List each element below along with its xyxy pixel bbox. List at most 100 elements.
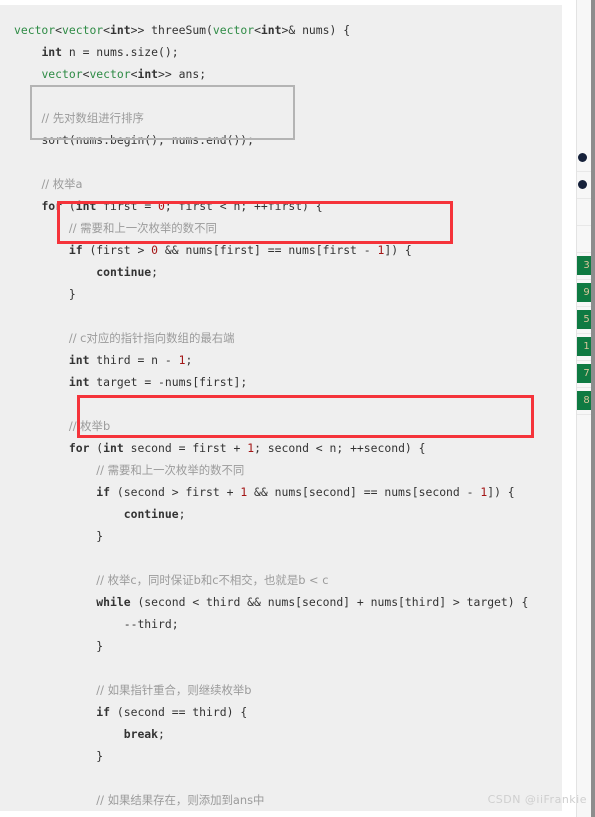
code-token: } (96, 639, 104, 653)
code-line: for (int second = first + 1; second < n;… (0, 437, 528, 459)
code-token: // 枚举a (41, 177, 83, 191)
code-line: // 枚举a (0, 173, 528, 195)
code-token: vector (212, 23, 255, 37)
code-token: (second == third) { (110, 705, 248, 719)
code-token: // c对应的指针指向数组的最右端 (68, 331, 235, 345)
code-token: ; (185, 353, 193, 367)
code-token: && nums[first] == nums[first - (158, 243, 378, 257)
code-token: vector (89, 67, 131, 81)
code-token: } (96, 749, 104, 763)
code-token: if (96, 485, 111, 499)
code-token: ( (62, 199, 76, 213)
code-token: third = n - (89, 353, 179, 367)
code-panel: vector<vector<int>> threeSum(vector<int>… (0, 5, 562, 811)
code-line: // c对应的指针指向数组的最右端 (0, 327, 528, 349)
code-token: // 需要和上一次枚举的数不同 (96, 463, 245, 477)
code-token: break (123, 727, 159, 741)
code-token: >> threeSum( (130, 23, 213, 37)
code-token: int (41, 45, 63, 59)
code-token: // 需要和上一次枚举的数不同 (68, 221, 217, 235)
code-line: --third; (0, 613, 528, 635)
code-token: ]) { (384, 243, 412, 257)
vertical-scrollbar[interactable] (591, 0, 595, 817)
code-token: // 枚举c，同时保证b和c不相交，也就是b < c (96, 573, 329, 587)
code-line: int n = nums.size(); (0, 41, 528, 63)
code-token: continue (96, 265, 152, 279)
code-line: for (int first = 0; first < n; ++first) … (0, 195, 528, 217)
code-line: vector<vector<int>> ans; (0, 63, 528, 85)
code-token: int (260, 23, 282, 37)
code-token: (second < third && nums[second] + nums[t… (130, 595, 529, 609)
code-listing[interactable]: vector<vector<int>> threeSum(vector<int>… (0, 5, 528, 811)
code-token: n = nums.size(); (62, 45, 179, 59)
code-line: // 如果结果存在，则添加到ans中 (0, 789, 528, 811)
code-token: && nums[second] == nums[second - (247, 485, 481, 499)
csdn-watermark: CSDN @iiFrankie (487, 793, 587, 806)
code-token: continue (123, 507, 179, 521)
code-token: ; (178, 507, 186, 521)
code-token: vector (14, 23, 56, 37)
code-token: sort(nums.begin(), nums.end()); (41, 133, 255, 147)
code-token: 0 (151, 243, 159, 257)
code-token: >& nums) { (281, 23, 351, 37)
code-token: int (68, 375, 90, 389)
code-line: } (0, 745, 528, 767)
code-line: } (0, 283, 528, 305)
code-token: int (103, 441, 124, 455)
code-token: int (68, 353, 90, 367)
code-token: ; (151, 265, 159, 279)
code-token: < (103, 23, 111, 37)
code-token: ; (158, 727, 165, 741)
code-line: int third = n - 1; (0, 349, 528, 371)
code-token: >> ans; (158, 67, 207, 81)
code-token: } (68, 287, 76, 301)
code-line: // 先对数组进行排序 (0, 107, 528, 129)
code-line: } (0, 635, 528, 657)
code-line: if (first > 0 && nums[first] == nums[fir… (0, 239, 528, 261)
right-edge-strip: 395178 (562, 0, 595, 817)
code-token: // 先对数组进行排序 (41, 111, 144, 125)
code-line: // 需要和上一次枚举的数不同 (0, 459, 528, 481)
code-token: for (68, 441, 90, 455)
code-token: (second > first + (110, 485, 241, 499)
code-token: } (96, 529, 104, 543)
bullet-icon (578, 180, 587, 189)
code-token: while (96, 595, 131, 609)
code-line: sort(nums.begin(), nums.end()); (0, 129, 528, 151)
code-token: vector (41, 67, 83, 81)
code-token: // 枚举b (68, 419, 111, 433)
code-token: target = -nums[first]; (89, 375, 248, 389)
code-line: if (second > first + 1 && nums[second] =… (0, 481, 528, 503)
code-token: int (110, 23, 131, 37)
code-line: if (second == third) { (0, 701, 528, 723)
code-token: ]) { (487, 485, 515, 499)
code-token: first = (96, 199, 159, 213)
code-line: break; (0, 723, 528, 745)
code-line: vector<vector<int>> threeSum(vector<int>… (0, 19, 528, 41)
